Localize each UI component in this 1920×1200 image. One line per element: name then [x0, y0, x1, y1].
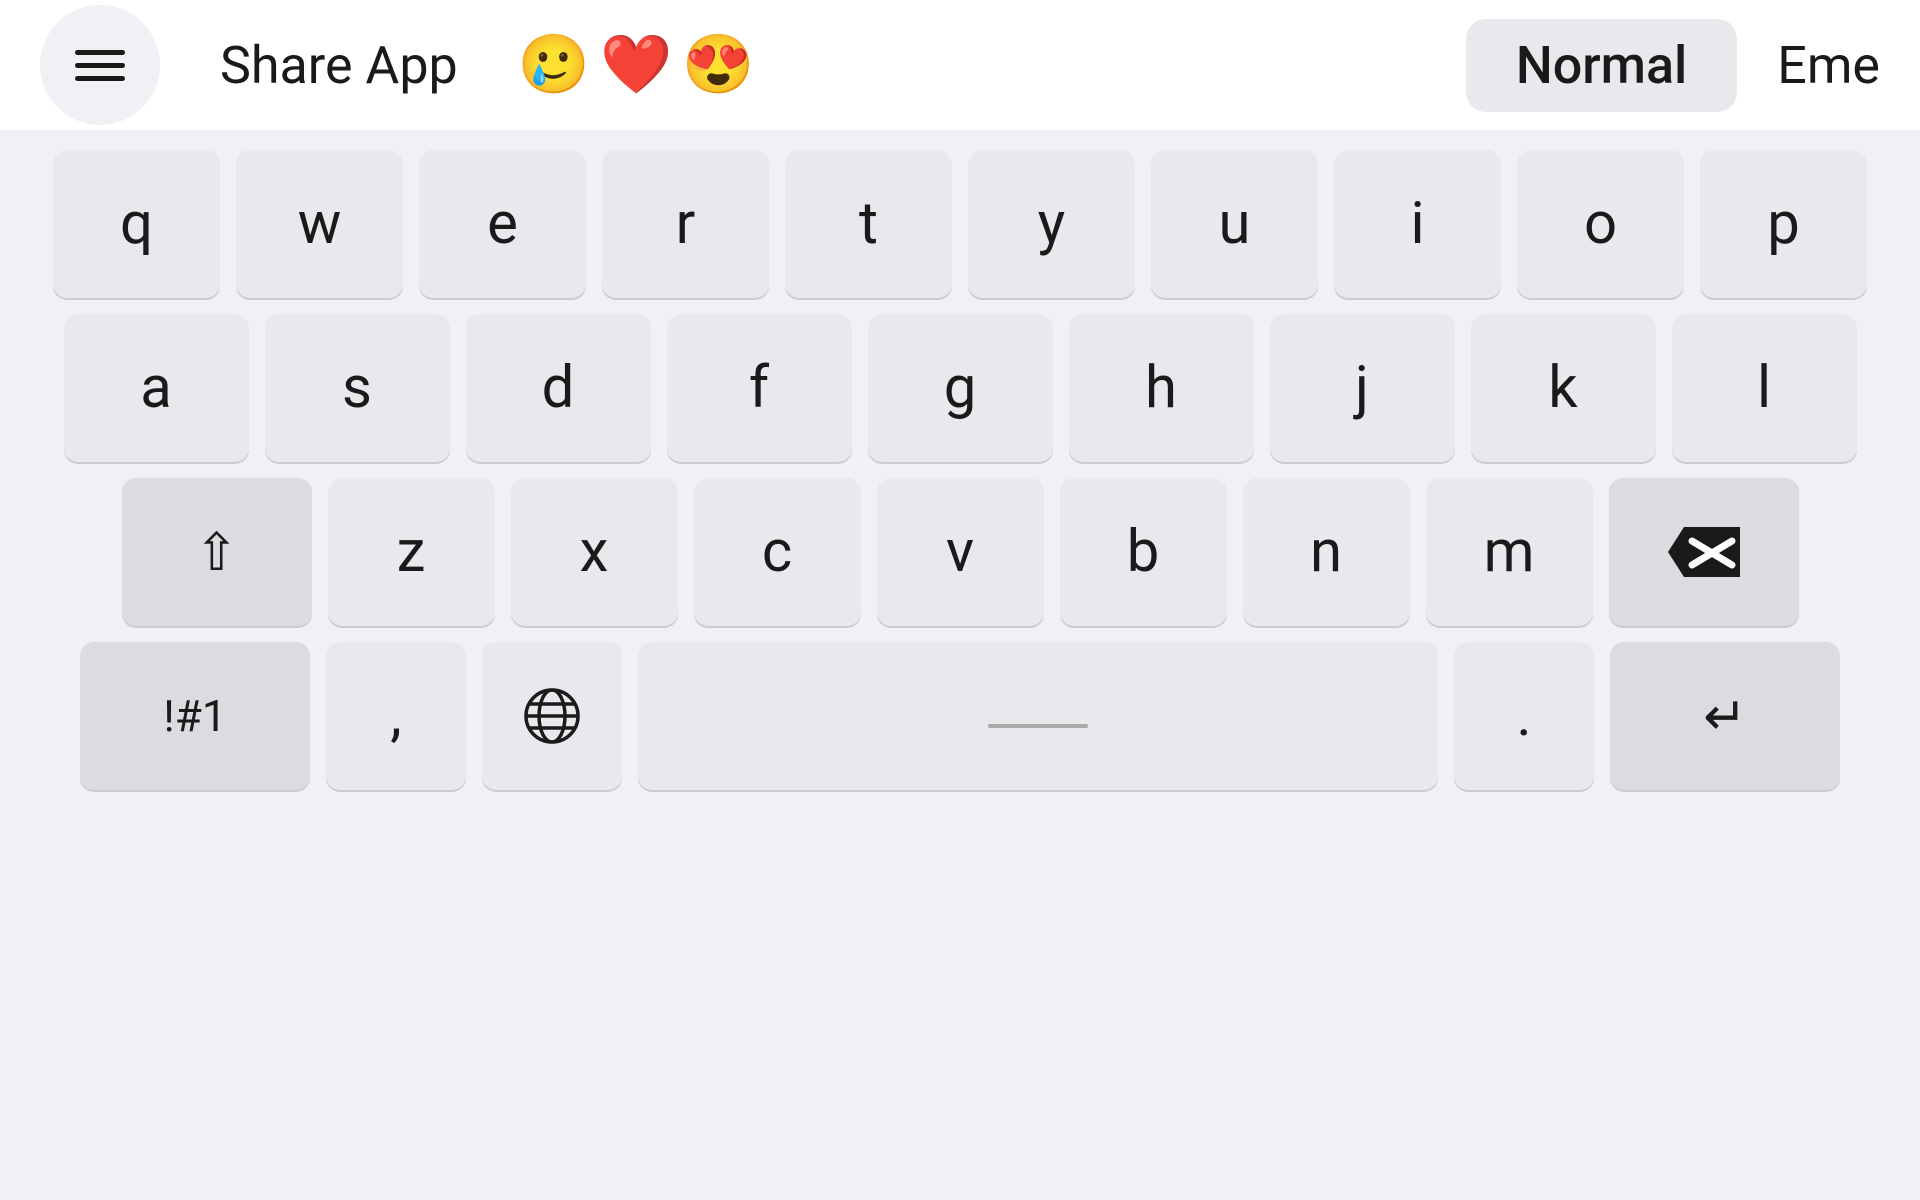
shift-icon: ⇧ [195, 522, 239, 583]
key-j[interactable]: j [1270, 314, 1455, 462]
key-u[interactable]: u [1151, 150, 1318, 298]
num-key[interactable]: !#1 [80, 642, 310, 790]
shift-key[interactable]: ⇧ [122, 478, 312, 626]
key-x[interactable]: x [511, 478, 678, 626]
keyboard: q w e r t y u i o p a s d f g h j k l ⇧ … [0, 130, 1920, 1200]
key-a[interactable]: a [64, 314, 249, 462]
emoji-group: 🥲 ❤️ 😍 [518, 31, 755, 99]
key-p[interactable]: p [1700, 150, 1867, 298]
share-app-label: Share App [220, 35, 458, 96]
emo-label: Eme [1777, 35, 1880, 96]
globe-icon [522, 686, 582, 746]
space-key[interactable] [638, 642, 1438, 790]
keyboard-row-3: ⇧ z x c v b n m [30, 478, 1890, 626]
key-f[interactable]: f [667, 314, 852, 462]
key-n[interactable]: n [1243, 478, 1410, 626]
backspace-icon [1664, 523, 1744, 581]
keyboard-row-4: !#1 , . ↵ [30, 642, 1890, 790]
key-z[interactable]: z [328, 478, 495, 626]
key-v[interactable]: v [877, 478, 1044, 626]
key-t[interactable]: t [785, 150, 952, 298]
key-d[interactable]: d [466, 314, 651, 462]
comma-key[interactable]: , [326, 642, 466, 790]
key-r[interactable]: r [602, 150, 769, 298]
globe-key[interactable] [482, 642, 622, 790]
key-w[interactable]: w [236, 150, 403, 298]
key-s[interactable]: s [265, 314, 450, 462]
key-l[interactable]: l [1672, 314, 1857, 462]
backspace-key[interactable] [1609, 478, 1799, 626]
key-o[interactable]: o [1517, 150, 1684, 298]
enter-key[interactable]: ↵ [1610, 642, 1840, 790]
space-bar-inner [988, 714, 1088, 718]
top-bar: Share App 🥲 ❤️ 😍 Normal Eme [0, 0, 1920, 130]
key-m[interactable]: m [1426, 478, 1593, 626]
hamburger-icon [75, 50, 125, 81]
keyboard-row-1: q w e r t y u i o p [30, 150, 1890, 298]
enter-icon: ↵ [1703, 686, 1747, 747]
key-q[interactable]: q [53, 150, 220, 298]
normal-button[interactable]: Normal [1466, 19, 1737, 112]
key-k[interactable]: k [1471, 314, 1656, 462]
keyboard-row-2: a s d f g h j k l [30, 314, 1890, 462]
emoji-cry: 🥲 [518, 31, 590, 99]
period-key[interactable]: . [1454, 642, 1594, 790]
emoji-love: 😍 [682, 31, 754, 99]
space-indicator [988, 724, 1088, 728]
emoji-heart: ❤️ [600, 31, 672, 99]
menu-button[interactable] [40, 5, 160, 125]
key-y[interactable]: y [968, 150, 1135, 298]
key-g[interactable]: g [868, 314, 1053, 462]
key-h[interactable]: h [1069, 314, 1254, 462]
key-c[interactable]: c [694, 478, 861, 626]
key-i[interactable]: i [1334, 150, 1501, 298]
key-b[interactable]: b [1060, 478, 1227, 626]
key-e[interactable]: e [419, 150, 586, 298]
